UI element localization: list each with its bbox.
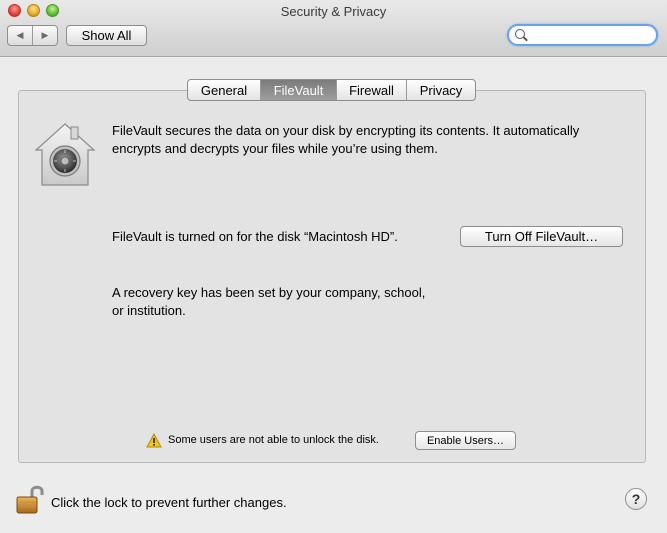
show-all-button[interactable]: Show All <box>66 25 147 46</box>
back-forward-control: ◀ ▶ <box>7 25 58 46</box>
warning-text: Some users are not able to unlock the di… <box>168 434 379 446</box>
filevault-status-text: FileVault is turned on for the disk “Mac… <box>112 229 398 244</box>
forward-button[interactable]: ▶ <box>33 26 57 45</box>
warning-icon <box>146 432 162 447</box>
warning-row: Some users are not able to unlock the di… <box>146 431 379 449</box>
filevault-description: FileVault secures the data on your disk … <box>112 123 580 156</box>
help-button[interactable]: ? <box>625 488 647 510</box>
window-toolbar: Security & Privacy ◀ ▶ Show All <box>0 0 667 57</box>
filevault-house-icon <box>34 123 96 186</box>
recovery-key-text: A recovery key has been set by your comp… <box>112 285 426 318</box>
lock-instruction-text: Click the lock to prevent further change… <box>51 495 287 510</box>
tab-privacy[interactable]: Privacy <box>407 80 475 100</box>
tab-firewall[interactable]: Firewall <box>337 80 407 100</box>
search-icon <box>515 29 525 39</box>
window-title: Security & Privacy <box>280 4 387 19</box>
enable-users-button[interactable]: Enable Users… <box>415 431 516 450</box>
search-input[interactable] <box>507 24 658 46</box>
back-button[interactable]: ◀ <box>8 26 33 45</box>
tab-filevault[interactable]: FileVault <box>261 80 337 100</box>
tab-bar: General FileVault Firewall Privacy <box>187 79 476 101</box>
tab-general[interactable]: General <box>188 80 261 100</box>
turn-off-filevault-button[interactable]: Turn Off FileVault… <box>460 226 623 247</box>
unlocked-padlock-icon[interactable] <box>15 483 45 515</box>
